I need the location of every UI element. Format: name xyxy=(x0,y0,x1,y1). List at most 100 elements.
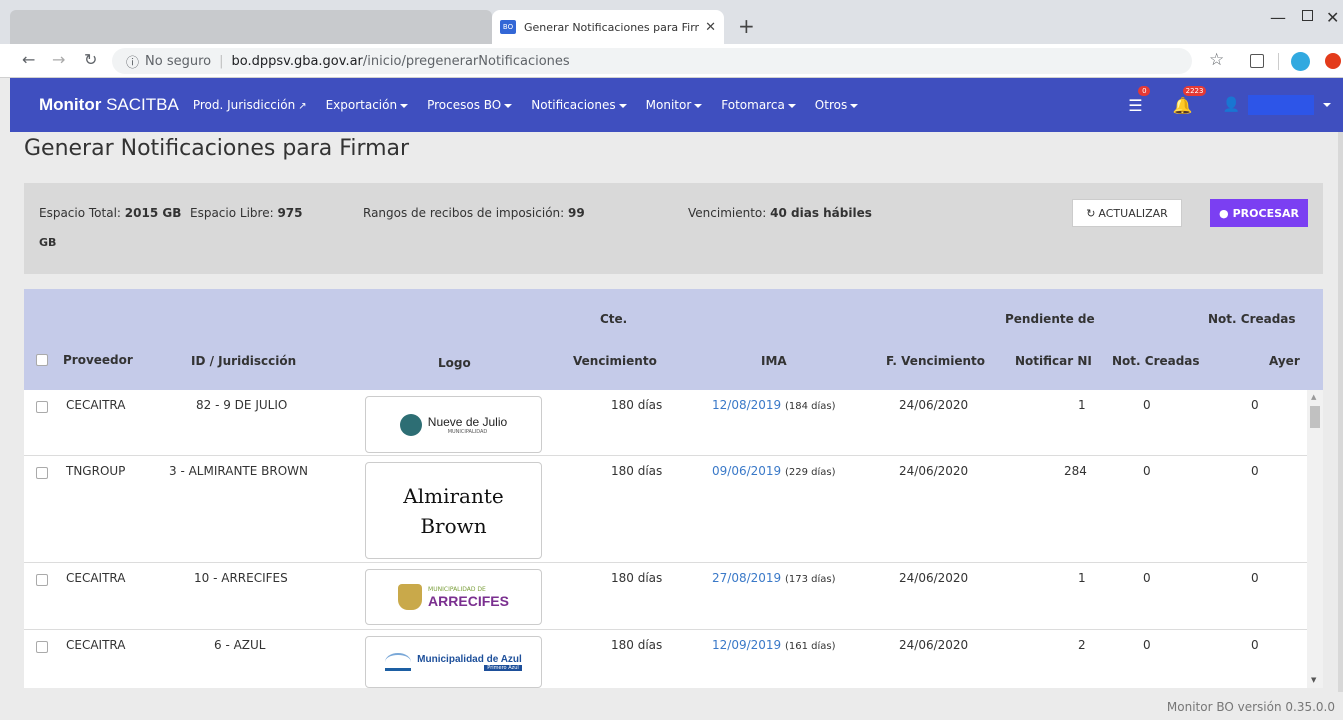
logo-subtext: MUNICIPALIDAD xyxy=(447,428,488,435)
user-caret-down-icon[interactable] xyxy=(1323,103,1331,107)
bookmark-star-icon[interactable]: ☆ xyxy=(1209,50,1224,70)
th-id[interactable]: ID / Juridiscción xyxy=(191,354,296,368)
cell-f-vencimiento: 24/06/2020 xyxy=(899,571,969,585)
actualizar-button[interactable]: ↻ ACTUALIZAR xyxy=(1072,199,1182,227)
url-security-label: No seguro xyxy=(145,53,212,69)
menu-procesos-bo[interactable]: Procesos BO xyxy=(427,98,513,112)
extension-separator xyxy=(1278,53,1279,70)
cell-f-vencimiento: 24/06/2020 xyxy=(899,398,969,412)
logo-almirante-brown: Almirante Brown xyxy=(365,462,542,559)
reload-icon[interactable]: ↻ xyxy=(84,50,97,69)
tab-title: Generar Notificaciones para Firmar xyxy=(524,20,700,34)
extension-icon[interactable] xyxy=(1250,54,1264,68)
th-cte-top[interactable]: Cte. xyxy=(600,312,627,326)
window-close-icon[interactable]: ✕ xyxy=(1326,8,1339,27)
menu-prod-jurisdiccion[interactable]: Prod. Jurisdicción ↗ xyxy=(193,98,307,112)
th-not-creadas[interactable]: Not. Creadas xyxy=(1112,354,1200,368)
select-all-checkbox[interactable] xyxy=(36,354,48,366)
row-checkbox[interactable] xyxy=(36,467,48,479)
rangos-value: 99 xyxy=(568,206,585,220)
th-ayer-top[interactable]: Not. Creadas xyxy=(1208,312,1296,326)
url-field[interactable]: ⓘ No seguro | bo.dppsv.gba.gov.ar /inici… xyxy=(112,48,1192,74)
tab-close-icon[interactable]: ✕ xyxy=(705,20,716,35)
th-proveedor[interactable]: Proveedor xyxy=(63,353,133,367)
th-ima[interactable]: IMA xyxy=(761,354,787,368)
scroll-up-icon[interactable]: ▲ xyxy=(1311,393,1316,401)
window-minimize-icon[interactable]: — xyxy=(1270,8,1286,27)
rangos-label: Rangos de recibos de imposición: xyxy=(363,206,565,220)
scroll-down-icon[interactable]: ▼ xyxy=(1311,676,1316,684)
messages-icon[interactable]: ☰ 0 xyxy=(1128,85,1151,115)
fields-logo-icon xyxy=(385,653,412,671)
table-row[interactable]: CECAITRA 10 - ARRECIFES MUNICIPALIDAD DE… xyxy=(24,563,1307,630)
bell-icon[interactable]: 🔔 2223 xyxy=(1173,85,1207,115)
page-title: Generar Notificaciones para Firmar xyxy=(24,136,410,161)
table-row[interactable]: CECAITRA 6 - AZUL Municipalidad de Azul … xyxy=(24,630,1307,688)
th-cte-bottom[interactable]: Vencimiento xyxy=(573,354,657,368)
url-path: /inicio/pregenerarNotificaciones xyxy=(362,53,570,69)
ima-date-link[interactable]: 09/06/2019 xyxy=(712,464,781,478)
browser-tab-active[interactable]: BO Generar Notificaciones para Firmar ✕ xyxy=(492,10,724,44)
th-ayer-bottom[interactable]: Ayer xyxy=(1269,354,1300,368)
logo-arrecifes: MUNICIPALIDAD DE ARRECIFES xyxy=(365,569,542,625)
ima-date-link[interactable]: 27/08/2019 xyxy=(712,571,781,585)
th-logo[interactable]: Logo xyxy=(438,356,471,370)
menu-fotomarca[interactable]: Fotomarca xyxy=(721,98,796,112)
extension-red-icon[interactable] xyxy=(1325,53,1341,69)
th-pendiente-bottom[interactable]: Notificar NI xyxy=(1015,354,1092,368)
cell-pendiente: 284 xyxy=(1064,464,1087,478)
cell-cte-vencimiento: 180 días xyxy=(611,398,663,412)
ima-date-link[interactable]: 12/08/2019 xyxy=(712,398,781,412)
procesar-label: PROCESAR xyxy=(1232,206,1299,220)
row-checkbox[interactable] xyxy=(36,574,48,586)
brand-logo[interactable]: Monitor SACITBA xyxy=(10,95,179,115)
cell-pendiente: 1 xyxy=(1078,571,1086,585)
cell-cte-vencimiento: 180 días xyxy=(611,571,663,585)
espacio-total-value: 2015 GB xyxy=(124,206,182,220)
espacio-libre-unit: GB xyxy=(39,236,56,249)
url-host: bo.dppsv.gba.gov.ar xyxy=(231,53,363,69)
scrollbar-thumb[interactable] xyxy=(1310,406,1320,428)
info-icon[interactable]: ⓘ xyxy=(126,52,139,71)
th-fvencimiento[interactable]: F. Vencimiento xyxy=(886,354,985,368)
row-checkbox[interactable] xyxy=(36,401,48,413)
user-icon[interactable]: 👤 xyxy=(1223,97,1240,113)
menu-notificaciones[interactable]: Notificaciones xyxy=(531,98,627,112)
table-scrollbar[interactable]: ▲ ▼ xyxy=(1307,390,1323,688)
cell-cte-vencimiento: 180 días xyxy=(611,464,663,478)
forward-arrow-icon[interactable]: → xyxy=(52,50,65,69)
user-name-redacted[interactable] xyxy=(1248,95,1314,115)
logo-text-group: Nueve de Julio MUNICIPALIDAD xyxy=(428,415,507,435)
table-row[interactable]: CECAITRA 82 - 9 DE JULIO Nueve de Julio … xyxy=(24,390,1307,456)
procesar-button[interactable]: ● PROCESAR xyxy=(1210,199,1308,227)
th-pendiente-top[interactable]: Pendiente de xyxy=(1005,312,1095,326)
logo-9-de-julio: Nueve de Julio MUNICIPALIDAD xyxy=(365,396,542,453)
window-maximize-icon[interactable] xyxy=(1302,10,1313,21)
page-scrollbar[interactable] xyxy=(1338,132,1343,692)
menu-otros[interactable]: Otros xyxy=(815,98,859,112)
menu-exportacion[interactable]: Exportación xyxy=(326,98,409,112)
cell-ima: 27/08/2019 (173 días) xyxy=(712,571,836,585)
menu-label: Exportación xyxy=(325,98,398,112)
table-row[interactable]: TNGROUP 3 - ALMIRANTE BROWN Almirante Br… xyxy=(24,456,1307,563)
vencimiento: Vencimiento: 40 dias hábiles xyxy=(688,206,872,220)
logo-subtext: Brown xyxy=(420,513,487,538)
menu-label: Notificaciones xyxy=(531,98,616,112)
logo-text: Municipalidad de Azul xyxy=(417,653,522,665)
new-tab-icon[interactable]: + xyxy=(738,14,755,38)
cell-not-creadas-ayer: 0 xyxy=(1251,571,1259,585)
cell-proveedor: CECAITRA xyxy=(66,571,126,585)
cell-ima: 12/09/2019 (161 días) xyxy=(712,638,836,652)
browser-tab-blank[interactable] xyxy=(10,10,492,44)
refresh-icon: ↻ xyxy=(1086,206,1096,220)
menu-monitor[interactable]: Monitor xyxy=(646,98,703,112)
cell-not-creadas-ayer: 0 xyxy=(1251,464,1259,478)
logo-text: Nueve de Julio xyxy=(427,414,508,429)
ima-date-link[interactable]: 12/09/2019 xyxy=(712,638,781,652)
cell-not-creadas: 0 xyxy=(1143,638,1151,652)
back-arrow-icon[interactable]: ← xyxy=(22,50,35,69)
cell-not-creadas: 0 xyxy=(1143,571,1151,585)
actualizar-label: ACTUALIZAR xyxy=(1098,206,1168,220)
row-checkbox[interactable] xyxy=(36,641,48,653)
extension-globe-icon[interactable] xyxy=(1291,52,1310,71)
